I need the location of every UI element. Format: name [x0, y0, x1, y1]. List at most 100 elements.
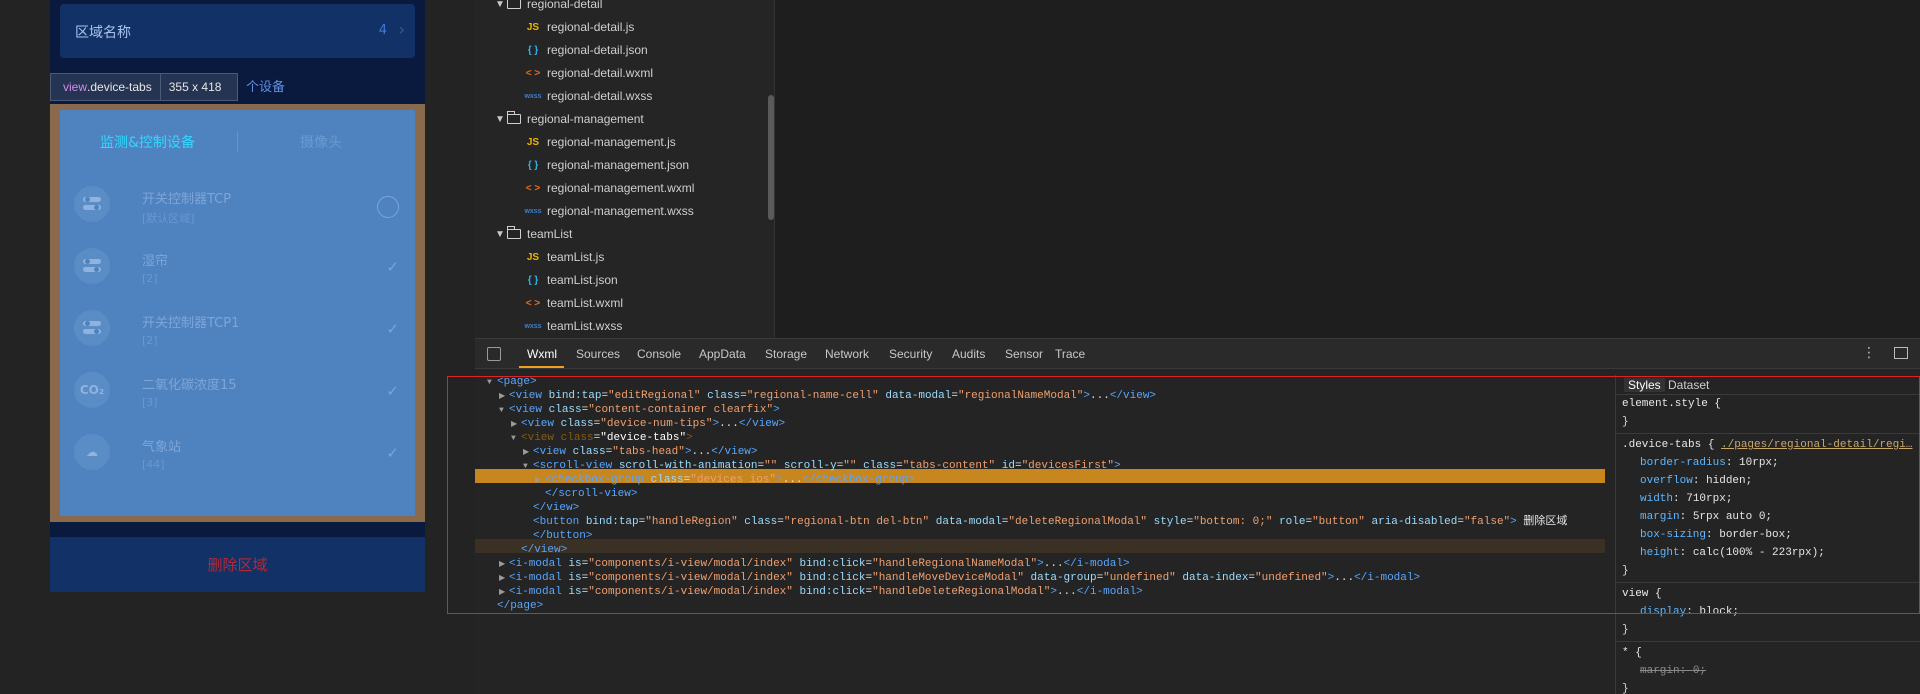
file-tree-scrollbar[interactable]: [768, 95, 774, 220]
checkmark-icon[interactable]: ✓: [386, 258, 399, 276]
tab-console[interactable]: Console: [637, 347, 681, 361]
tab-sources[interactable]: Sources: [576, 347, 620, 361]
wxml-file-icon: < >: [525, 67, 541, 79]
style-property[interactable]: box-sizing: border-box;: [1640, 526, 1792, 544]
device-region: [2]: [142, 334, 158, 347]
chevron-down-icon[interactable]: ▼: [495, 114, 507, 125]
tree-item-label: regional-detail: [527, 0, 603, 11]
wxml-node-line[interactable]: <button bind:tap="handleRegion" class="r…: [523, 515, 1567, 529]
tab-dataset[interactable]: Dataset: [1668, 378, 1709, 392]
expand-toggle-icon[interactable]: ▶: [535, 474, 545, 488]
style-property[interactable]: border-radius: 10rpx;: [1640, 454, 1779, 472]
checkmark-icon[interactable]: ✓: [386, 444, 399, 462]
style-property[interactable]: height: calc(100% - 223rpx);: [1640, 544, 1825, 562]
switch-icon: [74, 186, 110, 222]
unchecked-circle-icon[interactable]: [377, 196, 399, 218]
close-brace: }: [1622, 416, 1629, 428]
device-item[interactable]: ☁ 气象站 [44] ✓: [60, 420, 415, 494]
expand-toggle-icon[interactable]: ▼: [487, 376, 497, 390]
expand-toggle-icon[interactable]: ▶: [523, 446, 533, 460]
checkmark-icon[interactable]: ✓: [386, 320, 399, 338]
tree-file[interactable]: { } regional-management.json: [523, 154, 689, 176]
expand-toggle-icon[interactable]: ▼: [499, 404, 509, 418]
wxml-node-line[interactable]: ▼ <view class="device-tabs">: [511, 431, 693, 445]
tab-sensor[interactable]: Sensor: [1005, 347, 1043, 361]
wxml-node-line[interactable]: ▶ <view class="device-num-tips">...</view…: [511, 417, 785, 431]
expand-toggle-icon[interactable]: ▶: [499, 586, 509, 600]
tab-security[interactable]: Security: [889, 347, 932, 361]
active-tab-indicator: [519, 366, 564, 368]
wxml-node-line[interactable]: </view>: [511, 543, 567, 557]
tree-file[interactable]: < > regional-management.wxml: [523, 177, 695, 199]
wxml-node-line[interactable]: ▶ <checkbox-group class="devices ios">...…: [535, 473, 915, 487]
wxml-node-line[interactable]: </view>: [523, 501, 579, 515]
wxml-node-line[interactable]: ▼ <view class="content-container clearfix…: [499, 403, 780, 417]
tree-folder[interactable]: ▼ teamList: [495, 223, 572, 245]
wxml-node-line[interactable]: ▶ <i-modal is="components/i-view/modal/in…: [499, 571, 1420, 585]
tab-network[interactable]: Network: [825, 347, 869, 361]
tab-camera[interactable]: 摄像头: [300, 132, 342, 152]
wxml-node-line[interactable]: </button>: [523, 529, 592, 543]
expand-toggle-icon[interactable]: ▶: [499, 558, 509, 572]
tab-audits[interactable]: Audits: [952, 347, 985, 361]
expand-toggle-icon[interactable]: ▼: [511, 432, 521, 446]
tab-styles[interactable]: Styles: [1624, 378, 1665, 392]
tooltip-size: 355 x 418: [168, 80, 222, 94]
style-property[interactable]: margin: 5rpx auto 0;: [1640, 508, 1772, 526]
delete-region-button[interactable]: 删除区域: [50, 537, 425, 592]
tab-monitor-control[interactable]: 监测&控制设备: [100, 132, 195, 152]
wxml-node-line[interactable]: ▼ <page>: [487, 375, 537, 389]
rule-selector: view {: [1622, 588, 1662, 600]
more-icon[interactable]: ⋮: [1862, 345, 1876, 361]
tree-file[interactable]: wxss regional-detail.wxss: [523, 85, 652, 107]
wxml-node-line[interactable]: ▶ <view class="tabs-head">...</view>: [523, 445, 758, 459]
wxml-node-markup: <view class="content-container clearfix"…: [509, 404, 780, 416]
tree-item-label: regional-management.wxml: [547, 181, 695, 195]
wxml-node-markup: <view bind:tap="editRegional" class="reg…: [509, 390, 1157, 402]
selected-node-end-highlight: [475, 539, 1605, 553]
close-brace: }: [1622, 565, 1629, 577]
wxml-node-line[interactable]: ▶ <i-modal is="components/i-view/modal/in…: [499, 585, 1143, 599]
expand-toggle-icon[interactable]: ▶: [499, 390, 509, 404]
tree-file[interactable]: { } teamList.json: [523, 269, 618, 291]
wxml-node-line[interactable]: ▶ <i-modal is="components/i-view/modal/in…: [499, 557, 1130, 571]
expand-toggle-icon[interactable]: ▶: [499, 572, 509, 586]
tabs-head: 监测&控制设备 摄像头: [60, 110, 415, 172]
style-property[interactable]: overflow: hidden;: [1640, 472, 1752, 490]
tree-file[interactable]: JS regional-management.js: [523, 131, 676, 153]
tree-folder[interactable]: ▼ regional-management: [495, 108, 644, 130]
chevron-down-icon[interactable]: ▼: [495, 0, 507, 10]
tree-file[interactable]: < > regional-detail.wxml: [523, 62, 653, 84]
tree-file[interactable]: JS regional-detail.js: [523, 16, 635, 38]
chevron-down-icon[interactable]: ▼: [495, 229, 507, 240]
folder-open-icon: [507, 111, 521, 124]
tree-file[interactable]: JS teamList.js: [523, 246, 604, 268]
wxml-node-line[interactable]: ▼ <scroll-view scroll-with-animation="" s…: [523, 459, 1121, 473]
tab-wxml[interactable]: Wxml: [527, 347, 557, 361]
expand-toggle-icon[interactable]: ▶: [511, 418, 521, 432]
tab-storage[interactable]: Storage: [765, 347, 807, 361]
expand-toggle-icon[interactable]: ▼: [523, 460, 533, 474]
wxml-node-line[interactable]: ▶ <view bind:tap="editRegional" class="re…: [499, 389, 1156, 403]
checkmark-icon[interactable]: ✓: [386, 382, 399, 400]
tab-appdata[interactable]: AppData: [699, 347, 746, 361]
tree-file[interactable]: { } regional-detail.json: [523, 39, 648, 61]
style-property[interactable]: width: 710rpx;: [1640, 490, 1732, 508]
inspect-element-icon[interactable]: [487, 347, 501, 361]
device-name: 湿帘: [142, 254, 169, 269]
tab-trace[interactable]: Trace: [1055, 347, 1085, 361]
wxml-node-markup: <i-modal is="components/i-view/modal/ind…: [509, 586, 1143, 598]
tree-folder[interactable]: ▼ regional-detail: [495, 0, 602, 15]
dock-icon[interactable]: [1894, 347, 1908, 359]
tree-file[interactable]: < > teamList.wxml: [523, 292, 623, 314]
region-name-cell[interactable]: 区域名称 4 ›: [60, 4, 415, 58]
tree-file[interactable]: wxss teamList.wxss: [523, 315, 622, 337]
wxml-node-line[interactable]: </page>: [487, 599, 543, 613]
device-name: 气象站: [142, 440, 182, 455]
device-region: [2]: [142, 272, 158, 285]
js-file-icon: JS: [526, 251, 540, 263]
wxml-node-line[interactable]: </scroll-view>: [535, 487, 637, 501]
wxml-node-markup: </view>: [521, 544, 568, 556]
rule-source-link[interactable]: ./pages/regional-detail/regi…: [1721, 439, 1912, 451]
tree-file[interactable]: wxss regional-management.wxss: [523, 200, 693, 222]
